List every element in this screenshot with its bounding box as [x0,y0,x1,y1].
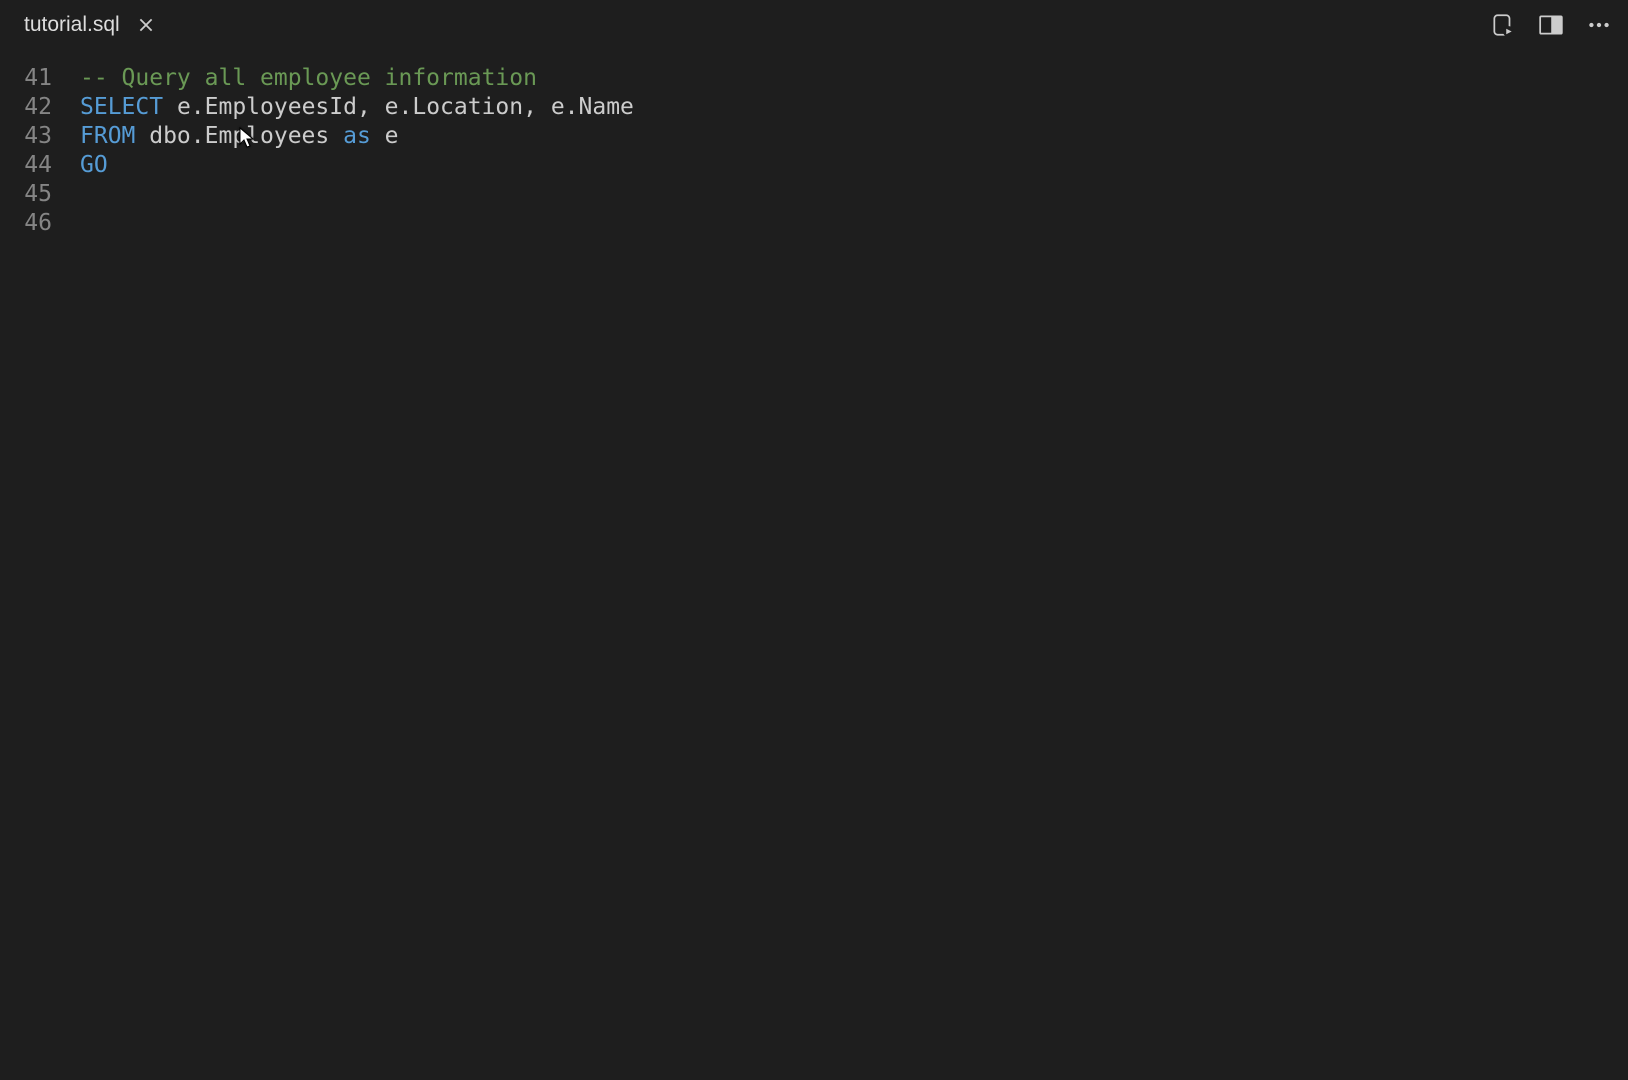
close-icon[interactable] [134,13,158,37]
code-line[interactable]: FROM dbo.Employees as e [80,122,1628,151]
code-line[interactable] [80,180,1628,209]
line-number: 44 [0,151,52,180]
run-query-icon[interactable] [1490,12,1516,38]
line-number: 42 [0,93,52,122]
code-token: SELECT [80,94,163,120]
line-number: 46 [0,209,52,238]
code-line[interactable]: GO [80,151,1628,180]
code-token: dbo.Employees [135,123,343,149]
tab-group: tutorial.sql [4,0,1490,50]
line-number: 41 [0,64,52,93]
editor-actions [1490,12,1624,38]
code-token: e [371,123,399,149]
line-number: 43 [0,122,52,151]
split-editor-icon[interactable] [1538,12,1564,38]
editor-area[interactable]: 414243444546 -- Query all employee infor… [0,50,1628,238]
tab-filename: tutorial.sql [24,13,120,37]
code-token: -- Query all employee information [80,65,537,91]
tab-bar: tutorial.sql [0,0,1628,50]
code-token: GO [80,152,108,178]
code-line[interactable]: -- Query all employee information [80,64,1628,93]
line-number: 45 [0,180,52,209]
code-token: as [343,123,371,149]
more-actions-icon[interactable] [1586,12,1612,38]
code-line[interactable]: SELECT e.EmployeesId, e.Location, e.Name [80,93,1628,122]
line-number-gutter: 414243444546 [0,64,80,238]
code-token: e.EmployeesId, e.Location, e.Name [163,94,634,120]
code-line[interactable] [80,209,1628,238]
code-token: FROM [80,123,135,149]
code-content[interactable]: -- Query all employee informationSELECT … [80,64,1628,238]
editor-tab[interactable]: tutorial.sql [4,0,168,50]
